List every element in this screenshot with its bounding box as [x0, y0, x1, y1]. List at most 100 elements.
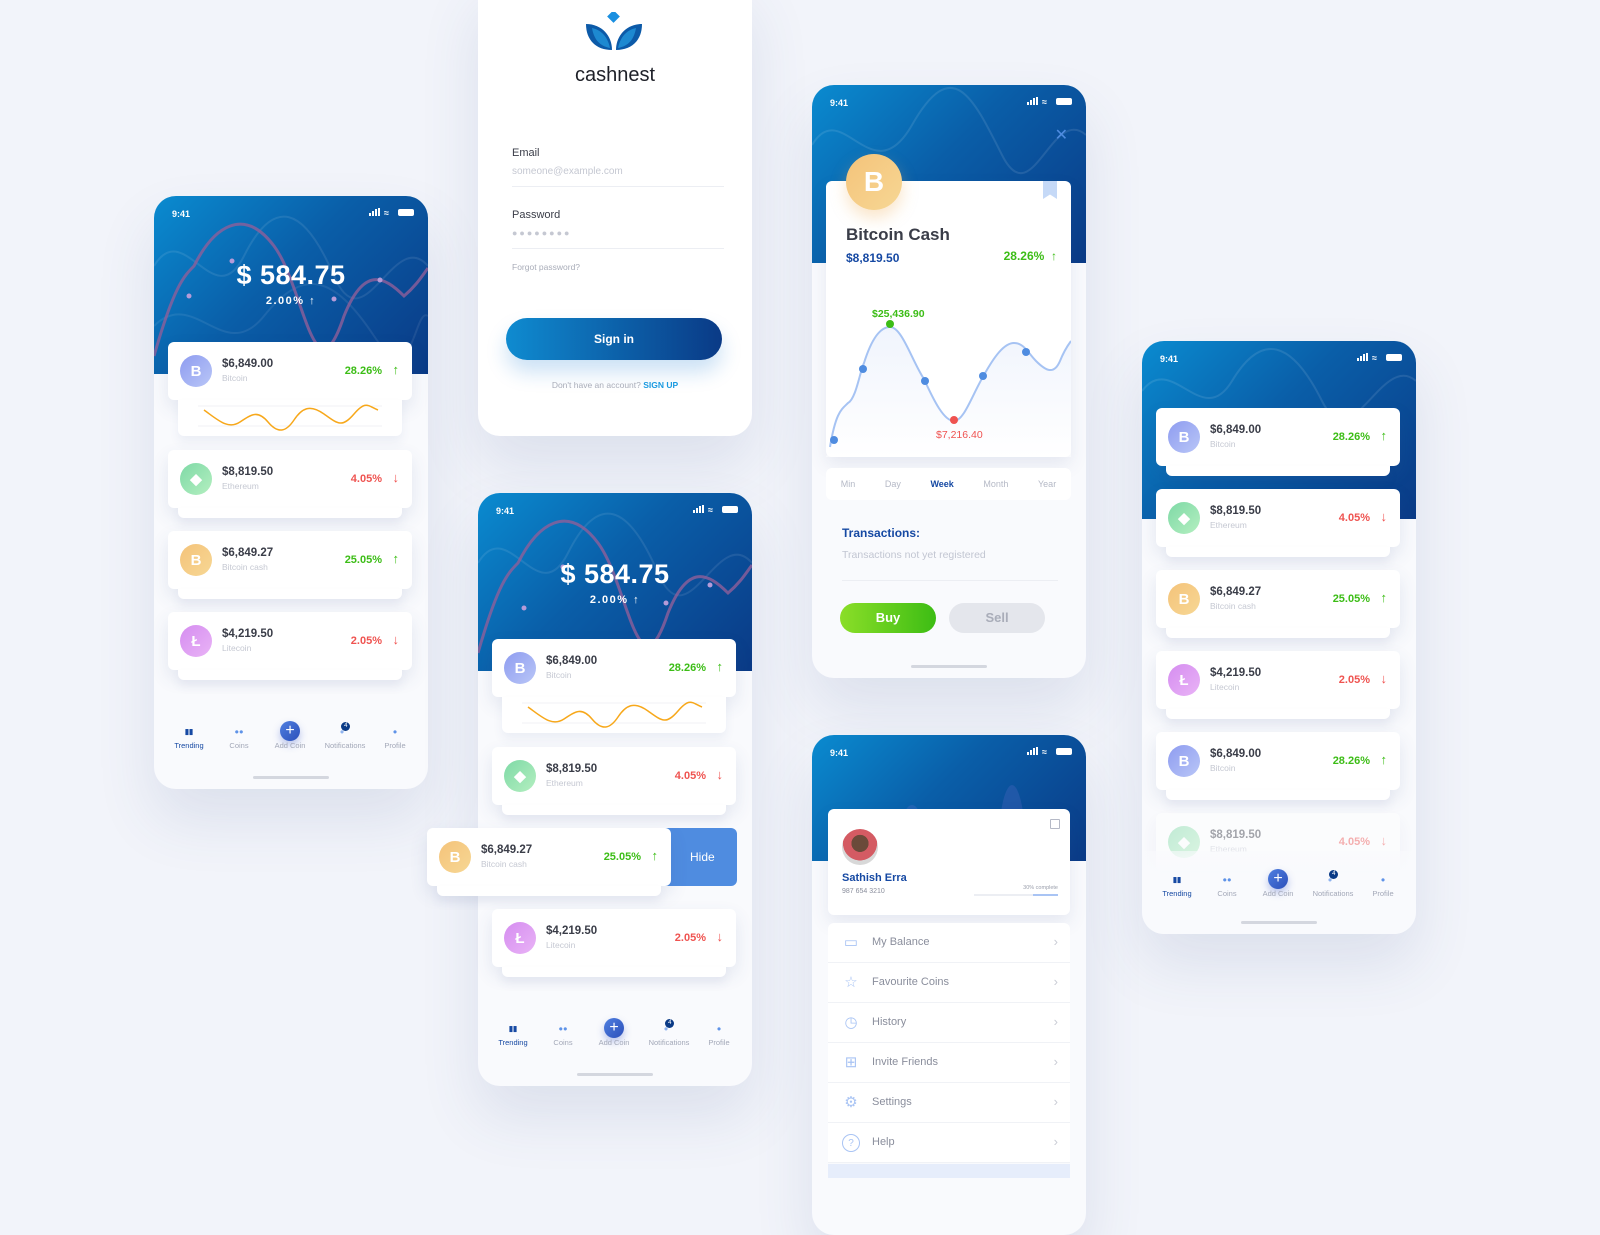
nav-trending[interactable]: ▮▮ Trending: [486, 1018, 540, 1048]
sign-up-link[interactable]: SIGN UP: [643, 380, 678, 390]
nav-add-coin[interactable]: + Add Coin: [263, 721, 317, 750]
nav-notifications[interactable]: ● 4 Notifications: [318, 721, 372, 750]
close-icon[interactable]: ✕: [1055, 125, 1068, 145]
timeframe-day[interactable]: Day: [885, 479, 901, 489]
menu-my-balance[interactable]: ▭ My Balance ›: [828, 923, 1070, 963]
coin-name: Bitcoin cash: [1210, 601, 1256, 611]
status-time: 9:41: [830, 748, 849, 758]
completion-label: 30% complete: [1023, 885, 1058, 891]
phone-coin-detail: 9:41 ≈ ✕ Bitcoin Cash $8,819.50 28.26% ↑…: [812, 85, 1086, 678]
bookmark-icon[interactable]: [1043, 181, 1057, 199]
sign-in-button[interactable]: Sign in: [506, 318, 722, 360]
coin-card-bitcoin-cash[interactable]: B $6,849.27 Bitcoin cash 25.05% ↑: [1156, 570, 1400, 638]
arrow-down-icon: ↓: [392, 632, 400, 647]
coin-card-bitcoin-cash-swiped[interactable]: B $6,849.27 Bitcoin cash 25.05% ↑: [427, 828, 671, 896]
nav-add-coin[interactable]: + Add Coin: [1251, 869, 1305, 898]
timeframe-month[interactable]: Month: [983, 479, 1008, 489]
nav-profile[interactable]: ● Profile: [368, 721, 422, 751]
low-price-label: $7,216.40: [936, 429, 983, 441]
chart-point: [830, 436, 838, 444]
coin-name: Bitcoin cash: [481, 859, 527, 869]
signal-icon: [693, 505, 704, 513]
coin-card-litecoin[interactable]: Ł $4,219.50 Litecoin 2.05% ↓: [168, 612, 412, 680]
coin-change: 2.05%: [1338, 674, 1370, 686]
coin-change: 4.05%: [1338, 512, 1370, 524]
email-label: Email: [512, 147, 540, 159]
coin-card-ethereum[interactable]: ◆ $8,819.50 Ethereum 4.05% ↓: [492, 747, 736, 815]
sparkline-chart: [522, 701, 706, 728]
menu-invite-friends[interactable]: ⊞ Invite Friends ›: [828, 1043, 1070, 1083]
coin-price: $6,849.27: [1210, 586, 1262, 598]
menu-settings[interactable]: ⚙ Settings ›: [828, 1083, 1070, 1123]
coin-card-bitcoin-cash[interactable]: B $6,849.27 Bitcoin cash 25.05% ↑: [168, 531, 412, 599]
bitcoin-cash-icon: B: [180, 544, 212, 576]
battery-icon: [1386, 353, 1402, 361]
coin-change: 4.05%: [674, 770, 706, 782]
help-icon: ?: [842, 1134, 860, 1152]
nav-coins[interactable]: ●● Coins: [1200, 869, 1254, 899]
chart-point: [979, 372, 987, 380]
chevron-right-icon: ›: [1053, 1094, 1058, 1109]
sparkline-card: [178, 400, 402, 436]
chevron-right-icon: ›: [1053, 934, 1058, 949]
nav-notifications[interactable]: ● 4 Notifications: [1306, 869, 1360, 898]
coin-name: Bitcoin: [222, 373, 248, 383]
timeframe-year[interactable]: Year: [1038, 479, 1056, 489]
coin-name: Litecoin: [1210, 682, 1240, 692]
coin-card-litecoin[interactable]: Ł $4,219.50 Litecoin 2.05% ↓: [1156, 651, 1400, 719]
edit-icon[interactable]: [1050, 819, 1060, 829]
coin-card-bitcoin[interactable]: B $6,849.00 Bitcoin 28.26% ↑: [1156, 408, 1400, 476]
sell-button[interactable]: Sell: [949, 603, 1045, 633]
chevron-right-icon: ›: [1053, 1054, 1058, 1069]
coin-change: 2.05%: [350, 635, 382, 647]
arrow-down-icon: ↓: [716, 767, 724, 782]
coin-price: $6,849.00: [1210, 424, 1262, 436]
bottom-nav: ▮▮ Trending ●● Coins + Add Coin ● 4 Notificat…: [154, 721, 428, 761]
nav-trending[interactable]: ▮▮ Trending: [1150, 869, 1204, 899]
nav-coins[interactable]: ●● Coins: [212, 721, 266, 751]
nav-profile[interactable]: ● Profile: [1356, 869, 1410, 899]
coin-card-bitcoin[interactable]: B $6,849.00 Bitcoin 28.26% ↑: [1156, 732, 1400, 800]
coin-card-litecoin[interactable]: Ł $4,219.50 Litecoin 2.05% ↓: [492, 909, 736, 977]
coin-card-ethereum[interactable]: ◆ $8,819.50 Ethereum 4.05% ↓: [1156, 489, 1400, 557]
nav-coins[interactable]: ●● Coins: [536, 1018, 590, 1048]
coin-price: $6,849.00: [546, 655, 598, 667]
timeframe-week[interactable]: Week: [930, 479, 953, 489]
battery-icon: [1056, 97, 1072, 105]
status-bar: 9:41 ≈: [812, 735, 1086, 769]
settings-icon: ⚙: [844, 1094, 858, 1111]
forgot-password-link[interactable]: Forgot password?: [512, 262, 580, 272]
timeframe-min[interactable]: Min: [841, 479, 856, 489]
bitcoin-icon: B: [1168, 421, 1200, 453]
signal-icon: [1027, 747, 1038, 755]
email-field[interactable]: someone@example.com: [512, 166, 623, 177]
password-field[interactable]: ●●●●●●●●: [512, 228, 572, 238]
coin-card-bitcoin[interactable]: B $6,849.00 Bitcoin 28.26% ↑: [168, 342, 412, 400]
wifi-icon: ≈: [1042, 747, 1047, 757]
bitcoin-cash-icon: B: [439, 841, 471, 873]
bitcoin-icon: B: [1168, 745, 1200, 777]
timeframe-selector: Min Day Week Month Year: [826, 468, 1071, 500]
coin-card-ethereum[interactable]: ◆ $8,819.50 Ethereum 4.05% ↓: [168, 450, 412, 518]
phone-dashboard-swipe: 9:41 ≈ $ 584.75 2.00% ↑ B $6,849.00 Bitc…: [427, 493, 752, 1086]
menu-help[interactable]: ? Help ›: [828, 1123, 1070, 1163]
nav-notifications[interactable]: ● 4 Notifications: [642, 1018, 696, 1047]
battery-icon: [722, 505, 738, 513]
star-icon: ☆: [844, 974, 858, 991]
ethereum-icon: ◆: [1168, 502, 1200, 534]
nav-trending[interactable]: ▮▮ Trending: [162, 721, 216, 751]
nav-add-coin[interactable]: + Add Coin: [587, 1018, 641, 1047]
coin-change: 28.26%: [668, 662, 706, 674]
litecoin-icon: Ł: [504, 922, 536, 954]
menu-favourite-coins[interactable]: ☆ Favourite Coins ›: [828, 963, 1070, 1003]
bar-chart-icon: ▮▮: [184, 726, 194, 736]
status-bar: 9:41 ≈: [478, 493, 752, 527]
menu-history[interactable]: ◷ History ›: [828, 1003, 1070, 1043]
user-icon: ●: [1380, 874, 1386, 884]
coin-card-bitcoin[interactable]: B $6,849.00 Bitcoin 28.26% ↑: [492, 639, 736, 697]
bell-icon: ● 4: [1306, 869, 1360, 889]
divider: [842, 580, 1058, 581]
nav-profile[interactable]: ● Profile: [692, 1018, 746, 1048]
notification-badge: 4: [1329, 869, 1339, 879]
buy-button[interactable]: Buy: [840, 603, 936, 633]
